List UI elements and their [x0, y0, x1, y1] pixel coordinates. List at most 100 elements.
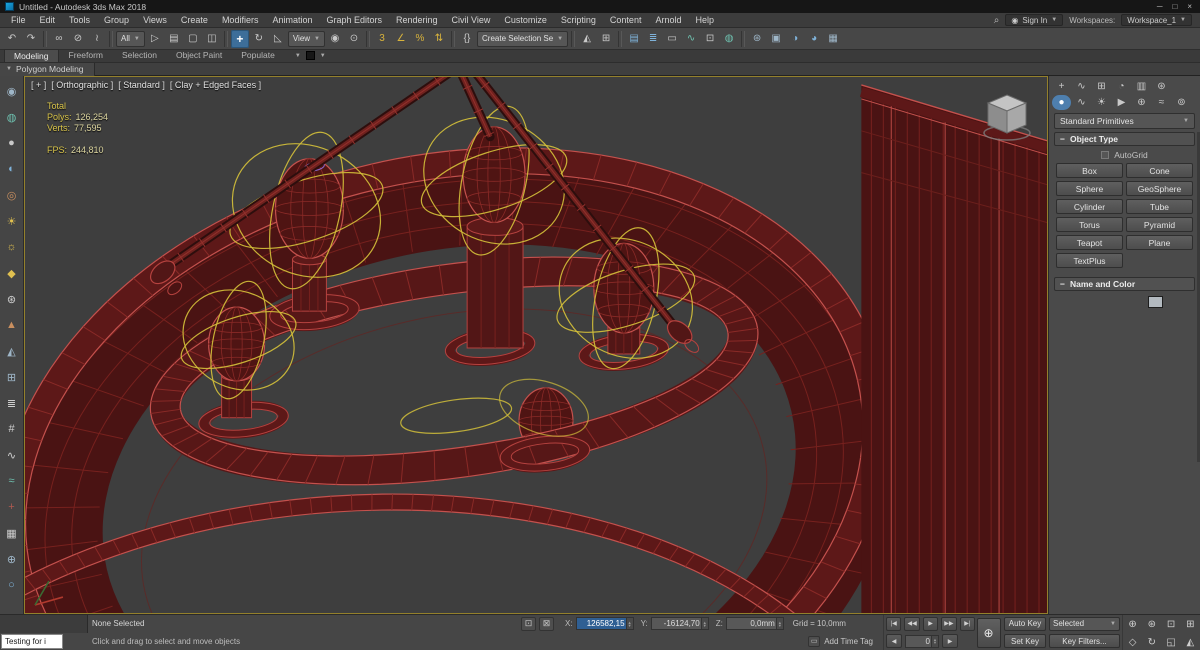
set-key-button[interactable]: Set Key: [1004, 634, 1046, 649]
ribbon-tab-modeling[interactable]: Modeling: [4, 49, 59, 62]
play-button[interactable]: ▶: [922, 616, 939, 631]
z-coordinate-field[interactable]: 0,0mm ▲ ▼: [725, 617, 784, 631]
measure-icon[interactable]: #: [2, 419, 22, 439]
maximize-button[interactable]: □: [1172, 2, 1177, 11]
ribbon-tab-object-paint[interactable]: Object Paint: [167, 49, 231, 62]
spline-icon[interactable]: ∿: [2, 445, 22, 465]
menu-modifiers[interactable]: Modifiers: [215, 13, 266, 27]
menu-civil-view[interactable]: Civil View: [445, 13, 498, 27]
next-key-button[interactable]: ▶: [942, 634, 958, 649]
menu-edit[interactable]: Edit: [33, 13, 63, 27]
world-icon[interactable]: ○: [2, 575, 22, 595]
selection-filter-dropdown[interactable]: All ▼: [116, 30, 145, 47]
select-and-rotate-icon[interactable]: ↻: [250, 30, 268, 48]
primitive-class-dropdown[interactable]: Standard Primitives ▼: [1054, 113, 1195, 129]
helpers-category[interactable]: ⊕: [1132, 95, 1151, 110]
search-icon[interactable]: ⌕: [994, 15, 1000, 26]
scene-explorer-icon[interactable]: ▤: [625, 30, 643, 48]
shapes-category[interactable]: ∿: [1072, 95, 1091, 110]
close-button[interactable]: ×: [1187, 2, 1192, 11]
curve-editor-icon[interactable]: ∿: [682, 30, 700, 48]
primitive-button-tube[interactable]: Tube: [1126, 199, 1193, 214]
snowflake-icon[interactable]: ⊛: [2, 289, 22, 309]
torus-icon[interactable]: ◎: [2, 185, 22, 205]
array-icon[interactable]: ⊞: [2, 367, 22, 387]
autogrid-row[interactable]: AutoGrid: [1052, 148, 1197, 161]
pan-icon[interactable]: ◇: [1125, 635, 1141, 650]
create-tab[interactable]: +: [1052, 79, 1071, 94]
ribbon-tab-selection[interactable]: Selection: [113, 49, 166, 62]
object-type-rollout[interactable]: − Object Type: [1054, 132, 1195, 146]
y-coordinate-field[interactable]: -16124,70 ▲ ▼: [650, 617, 709, 631]
named-selection-sets-dropdown[interactable]: Create Selection Se ▼: [477, 30, 569, 47]
listener-input[interactable]: Testing for i: [1, 634, 63, 649]
isolate-selection-icon[interactable]: ⊡: [521, 616, 536, 631]
view-cube[interactable]: [979, 89, 1035, 143]
menu-rendering[interactable]: Rendering: [389, 13, 445, 27]
previous-key-button[interactable]: ◀: [886, 634, 902, 649]
gizmo-icon[interactable]: +: [2, 497, 22, 517]
select-and-manipulate-icon[interactable]: ⊙: [345, 30, 363, 48]
schematic-view-icon[interactable]: ⊡: [701, 30, 719, 48]
spacing-icon[interactable]: ≣: [2, 393, 22, 413]
primitive-button-cone[interactable]: Cone: [1126, 163, 1193, 178]
material-editor-icon[interactable]: ◍: [720, 30, 738, 48]
bind-to-space-warp-icon[interactable]: ≀: [88, 30, 106, 48]
primitive-button-torus[interactable]: Torus: [1056, 217, 1123, 232]
reference-coordinate-dropdown[interactable]: View ▼: [287, 30, 325, 47]
viewport-menu-plus[interactable]: [ + ]: [31, 80, 46, 90]
layer-explorer-icon[interactable]: ≣: [644, 30, 662, 48]
ribbon-tab-freeform[interactable]: Freeform: [60, 49, 112, 62]
current-frame-field[interactable]: 0 ▲ ▼: [905, 634, 939, 648]
zoom-region-icon[interactable]: ⊞: [1182, 617, 1198, 632]
zoom-icon[interactable]: ⊕: [1125, 617, 1141, 632]
menu-content[interactable]: Content: [603, 13, 649, 27]
auto-key-button[interactable]: Auto Key: [1004, 616, 1046, 631]
use-pivot-point-icon[interactable]: ◉: [326, 30, 344, 48]
render-in-cloud-icon[interactable]: ▦: [824, 30, 842, 48]
rendered-frame-window-icon[interactable]: ▣: [767, 30, 785, 48]
x-coordinate-field[interactable]: 126582,15 ▲ ▼: [575, 617, 634, 631]
modify-tab[interactable]: ∿: [1072, 79, 1091, 94]
select-and-move-icon[interactable]: +: [230, 29, 249, 48]
utilities-tab[interactable]: ⊛: [1152, 79, 1171, 94]
rectangular-selection-icon[interactable]: ▢: [184, 30, 202, 48]
mirror-tool-icon[interactable]: ◭: [2, 341, 22, 361]
menu-create[interactable]: Create: [174, 13, 215, 27]
viewport-menu-pov[interactable]: [ Orthographic ]: [51, 80, 113, 90]
undo-icon[interactable]: ↶: [3, 30, 21, 48]
motion-tab[interactable]: ◔: [1112, 79, 1131, 94]
mirror-icon[interactable]: ◭: [578, 30, 596, 48]
key-filters-button[interactable]: Key Filters...: [1049, 634, 1120, 649]
snap-toggle-3d-icon[interactable]: 3: [373, 30, 391, 48]
menu-views[interactable]: Views: [136, 13, 174, 27]
daylight-icon[interactable]: ☼: [2, 237, 22, 257]
primitive-button-teapot[interactable]: Teapot: [1056, 235, 1123, 250]
camera-icon[interactable]: ◉: [2, 81, 22, 101]
primitive-button-geosphere[interactable]: GeoSphere: [1126, 181, 1193, 196]
menu-graph-editors[interactable]: Graph Editors: [319, 13, 389, 27]
menu-help[interactable]: Help: [688, 13, 721, 27]
spotlight-icon[interactable]: ◆: [2, 263, 22, 283]
selection-lock-icon[interactable]: ⊠: [539, 616, 554, 631]
orbit-icon[interactable]: ↻: [1144, 635, 1160, 650]
ribbon-overflow-caret-icon[interactable]: ▼: [295, 53, 301, 59]
menu-arnold[interactable]: Arnold: [648, 13, 688, 27]
set-keys-button[interactable]: ⊕: [976, 617, 1001, 648]
zoom-all-icon[interactable]: ⊛: [1144, 617, 1160, 632]
select-by-name-icon[interactable]: ▤: [165, 30, 183, 48]
ribbon-options-caret-icon[interactable]: ▼: [320, 53, 326, 59]
go-to-start-button[interactable]: |◀: [886, 616, 902, 631]
select-and-link-icon[interactable]: ∞: [50, 30, 68, 48]
select-object-icon[interactable]: ▷: [146, 30, 164, 48]
material-sphere-icon[interactable]: ◍: [2, 107, 22, 127]
window-crossing-icon[interactable]: ◫: [203, 30, 221, 48]
render-production-icon[interactable]: ◑: [786, 30, 804, 48]
polygon-modeling-panel[interactable]: ▼ Polygon Modeling: [0, 62, 95, 76]
menu-file[interactable]: File: [4, 13, 33, 27]
menu-animation[interactable]: Animation: [265, 13, 319, 27]
percent-snap-icon[interactable]: %: [411, 30, 429, 48]
lights-category[interactable]: ☀: [1092, 95, 1111, 110]
menu-scripting[interactable]: Scripting: [554, 13, 603, 27]
field-of-view-icon[interactable]: ◭: [1182, 635, 1198, 650]
